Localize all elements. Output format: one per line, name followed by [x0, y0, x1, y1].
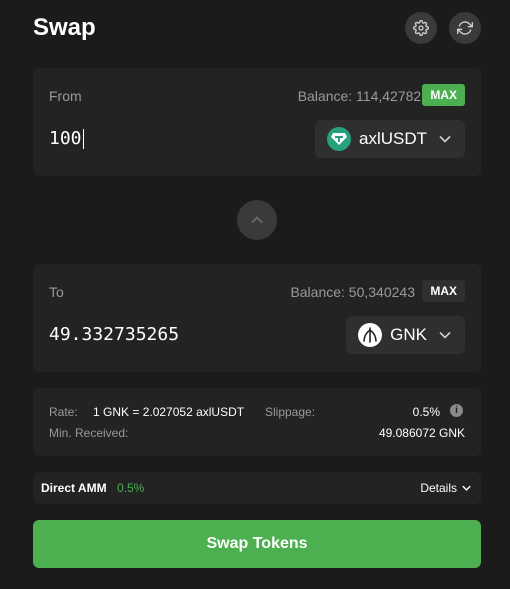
- text-caret: [82, 129, 84, 149]
- gnk-leaf-icon: [358, 323, 383, 347]
- info-icon[interactable]: i: [450, 404, 463, 417]
- rate-label: Rate:: [49, 405, 78, 419]
- to-amount-value: 49.332735265: [49, 324, 180, 345]
- from-panel: From Balance: 114,427826 MAX 100 axlUSDT: [33, 68, 481, 176]
- from-token-name: axlUSDT: [358, 129, 427, 148]
- route-name: Direct AMM: [41, 481, 107, 495]
- slippage-value: 0.5%: [412, 405, 440, 419]
- page-title: Swap: [33, 14, 96, 41]
- gear-icon: [413, 20, 429, 36]
- from-label: From: [49, 88, 82, 104]
- tether-gem-icon: [326, 127, 351, 151]
- route-fee: 0.5%: [117, 481, 145, 495]
- chevron-down-icon: [439, 331, 451, 339]
- to-token-select[interactable]: GNK: [346, 316, 465, 354]
- from-max-button[interactable]: MAX: [422, 84, 465, 106]
- from-balance: Balance: 114,427826: [297, 88, 429, 104]
- to-label: To: [49, 284, 64, 300]
- to-balance: Balance: 50,340243: [290, 284, 415, 300]
- route-bar: Direct AMM 0.5% Details: [33, 472, 481, 504]
- to-panel: To Balance: 50,340243 MAX 49.332735265 G…: [33, 264, 481, 372]
- rate-info-box: Rate: 1 GNK = 2.027052 axlUSDT Slippage:…: [33, 388, 481, 456]
- from-amount-input[interactable]: 100: [49, 128, 84, 149]
- chevron-up-icon: [251, 216, 263, 224]
- to-token-name: GNK: [390, 325, 427, 344]
- from-token-select[interactable]: axlUSDT: [314, 120, 465, 158]
- chevron-down-icon: [439, 135, 451, 143]
- details-label: Details: [420, 481, 457, 495]
- min-received-value: 49.086072 GNK: [378, 426, 465, 440]
- to-max-button[interactable]: MAX: [422, 280, 465, 302]
- min-received-label: Min. Received:: [49, 426, 129, 440]
- refresh-button[interactable]: [449, 12, 481, 44]
- chevron-down-icon: [462, 485, 471, 491]
- slippage-label: Slippage:: [265, 405, 316, 419]
- details-toggle[interactable]: Details: [420, 481, 471, 495]
- from-amount-value: 100: [49, 128, 82, 149]
- refresh-icon: [457, 21, 473, 35]
- rate-value: 1 GNK = 2.027052 axlUSDT: [93, 405, 245, 419]
- settings-button[interactable]: [405, 12, 437, 44]
- swap-direction-button[interactable]: [237, 200, 277, 240]
- swap-header: Swap: [33, 12, 481, 44]
- swap-tokens-button[interactable]: Swap Tokens: [33, 520, 481, 568]
